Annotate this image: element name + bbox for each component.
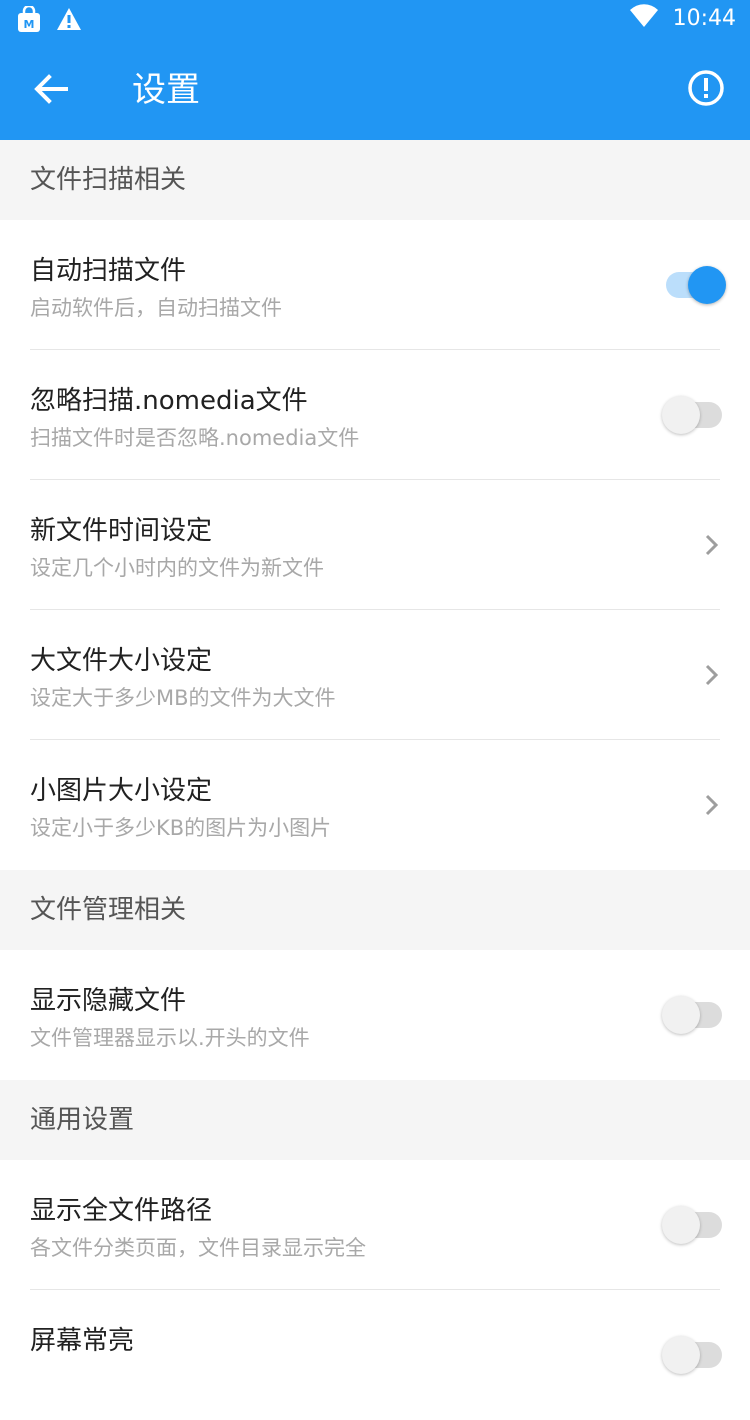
setting-full-path[interactable]: 显示全文件路径 各文件分类页面，文件目录显示完全 [0, 1160, 750, 1290]
setting-title: 大文件大小设定 [30, 646, 213, 676]
setting-subtitle: 设定大于多少MB的文件为大文件 [30, 686, 336, 710]
wifi-icon [629, 4, 659, 32]
section-header-scan: 文件扫描相关 [0, 140, 750, 220]
chevron-right-icon [702, 660, 722, 690]
screen-on-switch[interactable] [662, 1336, 724, 1374]
store-icon: M [16, 4, 42, 38]
setting-subtitle: 启动软件后，自动扫描文件 [30, 296, 282, 320]
full-path-switch[interactable] [662, 1206, 724, 1244]
page-title: 设置 [132, 70, 200, 110]
setting-title: 自动扫描文件 [30, 256, 187, 286]
chevron-right-icon [702, 790, 722, 820]
setting-screen-on[interactable]: 屏幕常亮 [0, 1290, 750, 1420]
setting-large-file-size[interactable]: 大文件大小设定 设定大于多少MB的文件为大文件 [0, 610, 750, 740]
setting-title: 屏幕常亮 [30, 1326, 135, 1356]
setting-title: 忽略扫描.nomedia文件 [30, 386, 308, 416]
info-button[interactable] [684, 68, 728, 112]
setting-title: 新文件时间设定 [30, 516, 213, 546]
setting-subtitle: 扫描文件时是否忽略.nomedia文件 [30, 426, 360, 450]
setting-subtitle: 各文件分类页面，文件目录显示完全 [30, 1236, 366, 1260]
section-header-general: 通用设置 [0, 1080, 750, 1160]
settings-list: 文件扫描相关 自动扫描文件 启动软件后，自动扫描文件 忽略扫描.nomedia文… [0, 140, 750, 1420]
setting-show-hidden[interactable]: 显示隐藏文件 文件管理器显示以.开头的文件 [0, 950, 750, 1080]
setting-new-file-time[interactable]: 新文件时间设定 设定几个小时内的文件为新文件 [0, 480, 750, 610]
setting-title: 显示隐藏文件 [30, 986, 187, 1016]
show-hidden-switch[interactable] [662, 996, 724, 1034]
setting-ignore-nomedia[interactable]: 忽略扫描.nomedia文件 扫描文件时是否忽略.nomedia文件 [0, 350, 750, 480]
app-bar: M 10:44 设置 [0, 0, 750, 140]
svg-text:M: M [24, 18, 35, 31]
setting-title: 显示全文件路径 [30, 1196, 213, 1226]
back-button[interactable] [26, 66, 76, 116]
setting-title: 小图片大小设定 [30, 776, 213, 806]
ignore-nomedia-switch[interactable] [662, 396, 724, 434]
chevron-right-icon [702, 530, 722, 560]
arrow-back-icon [34, 74, 68, 108]
setting-auto-scan[interactable]: 自动扫描文件 启动软件后，自动扫描文件 [0, 220, 750, 350]
auto-scan-switch[interactable] [664, 266, 726, 304]
setting-subtitle: 设定几个小时内的文件为新文件 [30, 556, 324, 580]
status-time: 10:44 [672, 5, 736, 31]
setting-subtitle: 文件管理器显示以.开头的文件 [30, 1026, 310, 1050]
info-icon [687, 69, 725, 111]
toolbar: 设置 [0, 40, 750, 140]
status-bar: M 10:44 [0, 0, 750, 40]
setting-small-image-size[interactable]: 小图片大小设定 设定小于多少KB的图片为小图片 [0, 740, 750, 870]
section-header-file-manage: 文件管理相关 [0, 870, 750, 950]
setting-subtitle: 设定小于多少KB的图片为小图片 [30, 816, 332, 840]
warning-icon [56, 6, 82, 38]
